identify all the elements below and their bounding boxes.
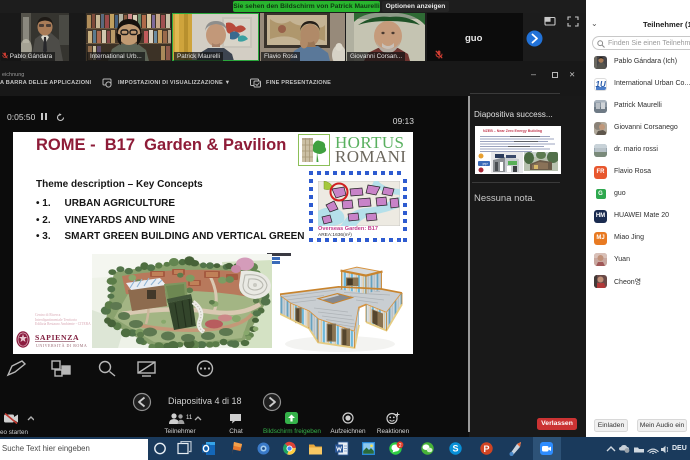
svg-text:P: P [484,444,490,454]
svg-text:11: 11 [186,415,193,421]
svg-text:2: 2 [399,443,402,449]
svg-text:S: S [453,444,459,454]
svg-text:PP: PP [483,162,489,167]
